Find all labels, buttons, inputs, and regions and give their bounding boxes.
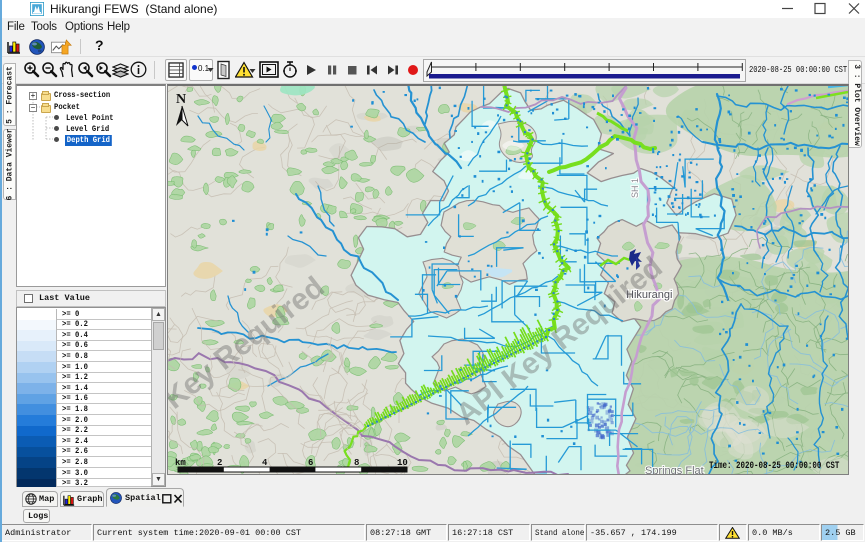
svg-text:Springs Flat: Springs Flat xyxy=(645,465,704,475)
svg-text:SH 1: SH 1 xyxy=(630,178,640,198)
svg-text:Time: 2020-08-25 00:00:00 CST: Time: 2020-08-25 00:00:00 CST xyxy=(709,460,840,471)
svg-text:N: N xyxy=(176,92,186,107)
